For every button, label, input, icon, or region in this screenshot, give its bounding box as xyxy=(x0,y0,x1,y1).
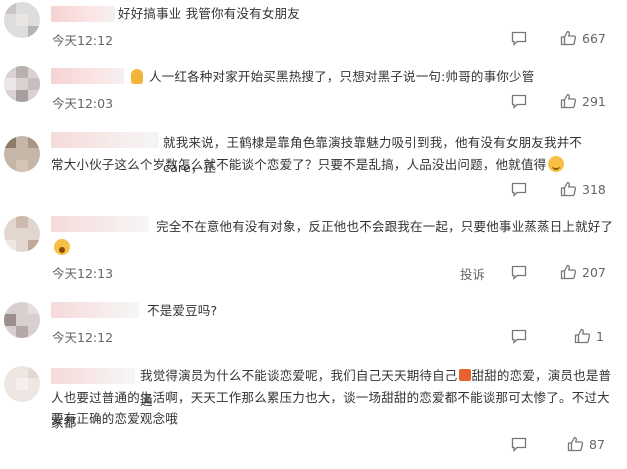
comment-time: 今天12:13 xyxy=(52,266,114,281)
username[interactable] xyxy=(51,6,115,22)
reply-button[interactable] xyxy=(511,182,527,197)
thumbs-up-icon xyxy=(567,436,584,452)
person-emoji-icon xyxy=(131,69,143,84)
like-count: 87 xyxy=(589,436,605,452)
comment-item: 好好搞事业 我管你有没有女朋友 今天12:12 667 xyxy=(0,0,627,58)
comment-item: 就我来说，王鹤棣是靠角色靠演技靠魅力吸引到我，他有没有女朋友我并不care，正 … xyxy=(0,122,627,206)
thumbs-up-icon xyxy=(560,181,577,197)
comment-item: 我觉得演员为什么不能谈恋爱呢，我们自己天天期待自己 甜甜的恋爱，演员也是普通 人也… xyxy=(0,358,627,469)
comment-text-wrap: 人一红各种对家开始买黑热搜了，只想对黑子说一句:帅哥的事你少管 xyxy=(131,64,619,89)
comment-text: 常大小伙子这么个岁数怎么就不能谈个恋爱了？只要不是乱搞，人品没出问题，他就值得 xyxy=(51,157,547,172)
like-button[interactable]: 318 xyxy=(560,181,606,197)
thumbs-up-icon xyxy=(560,93,577,109)
thumbs-up-icon xyxy=(560,30,577,46)
fire-emoji-icon xyxy=(458,369,471,381)
thumbs-up-icon xyxy=(560,264,577,280)
reply-button[interactable] xyxy=(511,329,527,344)
avatar[interactable] xyxy=(4,66,40,102)
username[interactable] xyxy=(51,68,124,84)
comment-item: 人一红各种对家开始买黑热搜了，只想对黑子说一句:帅哥的事你少管 今天12:03 … xyxy=(0,60,627,120)
shocked-emoji-icon xyxy=(54,239,70,255)
reply-button[interactable] xyxy=(511,265,527,280)
comment-time: 今天12:03 xyxy=(52,96,114,111)
like-button[interactable]: 291 xyxy=(560,93,606,109)
comment-icon xyxy=(511,94,527,109)
like-count: 667 xyxy=(582,30,606,46)
username[interactable] xyxy=(51,302,139,318)
report-label: 投诉 xyxy=(460,267,486,282)
username[interactable] xyxy=(51,216,149,232)
reply-button[interactable] xyxy=(511,31,527,46)
comment-item: 完全不在意他有没有对象，反正他也不会跟我在一起，只要他事业蒸蒸日上就好了 今天1… xyxy=(0,208,627,288)
like-button[interactable]: 667 xyxy=(560,30,606,46)
comment-text: 不是爱豆吗? xyxy=(147,303,218,318)
like-count: 291 xyxy=(582,93,606,109)
like-count: 1 xyxy=(596,328,604,344)
username[interactable] xyxy=(51,368,135,384)
comment-icon xyxy=(511,329,527,344)
report-button[interactable]: 投诉 xyxy=(460,264,485,283)
comment-icon xyxy=(511,31,527,46)
comment-text: 要有正确的恋爱观念哦 xyxy=(51,411,179,426)
like-count: 207 xyxy=(582,264,606,280)
reply-button[interactable] xyxy=(511,94,527,109)
avatar[interactable] xyxy=(4,302,40,338)
comment-text: 好好搞事业 我管你有没有女朋友 xyxy=(118,6,300,21)
avatar[interactable] xyxy=(4,216,40,252)
comment-icon xyxy=(511,265,527,280)
comment-time: 今天12:12 xyxy=(52,33,114,48)
comment-icon xyxy=(511,437,527,452)
avatar[interactable] xyxy=(4,2,40,38)
comment-icon xyxy=(511,182,527,197)
like-button[interactable]: 1 xyxy=(574,328,604,344)
comment-text: 我觉得演员为什么不能谈恋爱呢，我们自己天天期待自己 xyxy=(140,368,458,383)
comment-time: 今天12:12 xyxy=(52,330,114,345)
avatar[interactable] xyxy=(4,136,40,172)
comment-item: 不是爱豆吗? 今天12:12 1 xyxy=(0,292,627,350)
smile-emoji-icon xyxy=(548,156,565,172)
reply-button[interactable] xyxy=(511,437,527,452)
comment-text: 完全不在意他有没有对象，反正他也不会跟我在一起，只要他事业蒸蒸日上就好了 xyxy=(156,219,614,234)
username[interactable] xyxy=(51,132,159,148)
comment-text-wrap: 常大小伙子这么个岁数怎么就不能谈个恋爱了？只要不是乱搞，人品没出问题，他就值得 xyxy=(51,152,619,177)
like-button[interactable]: 87 xyxy=(567,436,605,452)
thumbs-up-icon xyxy=(574,328,591,344)
avatar[interactable] xyxy=(4,366,40,402)
like-button[interactable]: 207 xyxy=(560,264,606,280)
like-count: 318 xyxy=(582,181,606,197)
comment-text: 人一红各种对家开始买黑热搜了，只想对黑子说一句:帅哥的事你少管 xyxy=(149,69,535,84)
